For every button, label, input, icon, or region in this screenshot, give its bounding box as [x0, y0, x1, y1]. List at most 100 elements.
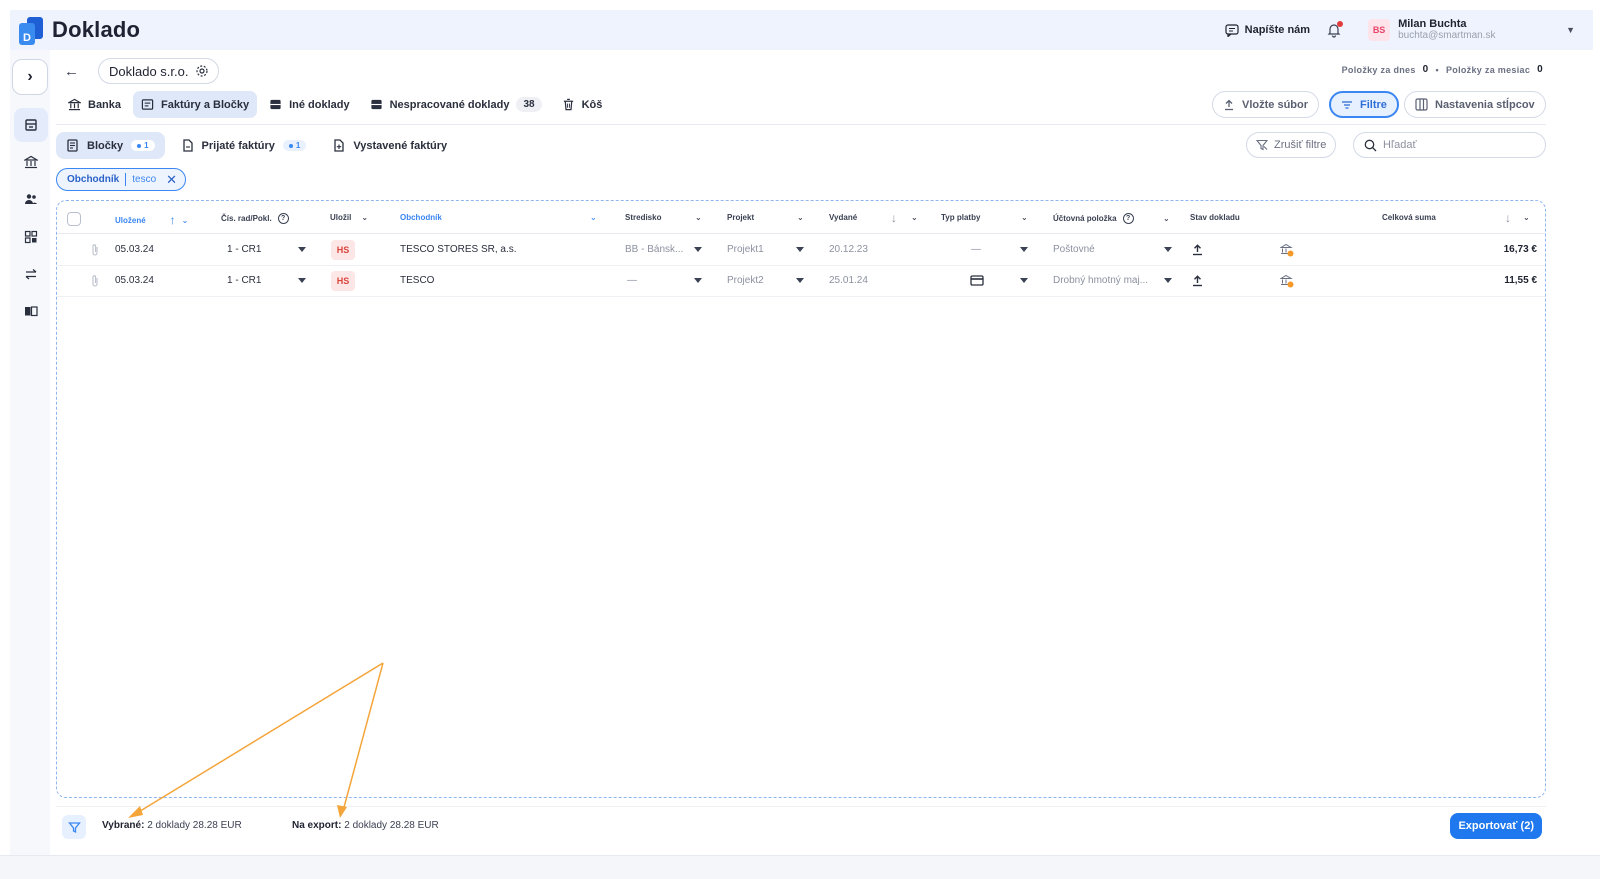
center-dropdown-icon[interactable] — [694, 247, 702, 252]
help-icon[interactable]: ? — [277, 213, 289, 224]
column-header-account-item[interactable]: Účtovná položka? ⌄ — [1053, 213, 1173, 224]
column-header-payment-type[interactable]: Typ platby ⌄ — [941, 213, 1033, 222]
center-dropdown-icon[interactable] — [694, 278, 702, 283]
chevron-down-icon[interactable]: ▼ — [1566, 25, 1575, 35]
company-selector[interactable]: Doklado s.r.o. — [98, 58, 219, 84]
dot-icon — [137, 143, 142, 148]
help-icon[interactable]: ? — [1122, 213, 1134, 224]
tab-nespracovane[interactable]: Nespracované doklady 38 — [362, 91, 550, 118]
export-label: Na export: — [292, 820, 342, 831]
cell-issued: 25.01.24 — [829, 275, 868, 286]
account-dropdown-icon[interactable] — [1164, 278, 1172, 283]
subtab-blocky[interactable]: Bločky 1 — [56, 132, 165, 159]
series-dropdown-icon[interactable] — [298, 278, 306, 283]
cell-project[interactable]: Projekt1 — [727, 244, 764, 255]
chevron-down-icon[interactable]: ⌄ — [797, 213, 804, 222]
column-header-total[interactable]: Celková suma ↓ ⌄ — [1382, 211, 1532, 225]
app-title[interactable]: Doklado — [52, 17, 140, 43]
credit-card-icon[interactable] — [970, 275, 984, 286]
bottom-strip — [0, 855, 1600, 879]
clear-filters-button[interactable]: Zrušiť filtre — [1246, 132, 1337, 158]
close-icon[interactable]: ✕ — [166, 173, 177, 186]
cell-center[interactable]: — — [627, 275, 637, 286]
chevron-down-icon[interactable]: ⌄ — [182, 216, 189, 225]
chevron-down-icon[interactable]: ⌄ — [911, 213, 918, 222]
attachment-icon[interactable] — [91, 274, 99, 288]
saved-by-badge: HS — [331, 271, 355, 291]
payment-dropdown-icon[interactable] — [1020, 278, 1028, 283]
filters-button[interactable]: Filtre — [1329, 91, 1399, 118]
rail-bank-button[interactable] — [22, 153, 40, 171]
cell-payment-type[interactable]: — — [971, 244, 981, 255]
column-header-project[interactable]: Projekt ⌄ — [727, 213, 807, 222]
filter-count-badge: 1 — [282, 140, 307, 151]
payment-dropdown-icon[interactable] — [1020, 247, 1028, 252]
search-box[interactable] — [1353, 132, 1546, 158]
series-dropdown-icon[interactable] — [298, 247, 306, 252]
chevron-down-icon[interactable]: ⌄ — [1021, 213, 1028, 222]
back-arrow-icon[interactable]: ← — [64, 63, 79, 80]
tab-banka[interactable]: Banka — [60, 91, 129, 118]
table-row[interactable]: 05.03.24 1 - CR1 HS TESCO STORES SR, a.s… — [57, 235, 1545, 266]
tab-faktury-blocky[interactable]: Faktúry a Bločky — [133, 91, 258, 118]
subtab-prijate-faktury[interactable]: Prijaté faktúry 1 — [171, 132, 317, 159]
column-label: Čís. rad/Pokl. — [221, 214, 272, 223]
upload-file-button[interactable]: Vložte súbor — [1212, 91, 1320, 118]
sort-desc-icon[interactable]: ↓ — [891, 211, 897, 225]
chevron-down-icon[interactable]: ⌄ — [361, 213, 368, 222]
search-input[interactable] — [1383, 139, 1533, 151]
export-value: 2 doklady 28.28 EUR — [344, 820, 439, 831]
column-header-saved[interactable]: Uložené ↑ ⌄ — [115, 213, 188, 227]
subtab-label: Bločky — [87, 139, 124, 152]
rail-grid-button[interactable] — [22, 228, 40, 246]
users-icon — [25, 194, 37, 204]
chevron-down-icon[interactable]: ⌄ — [590, 213, 597, 222]
active-filter-chip[interactable]: Obchodník tesco ✕ — [56, 168, 187, 191]
expand-sidebar-button[interactable]: › — [12, 59, 48, 95]
tab-kos[interactable]: Kôš — [554, 91, 611, 118]
chevron-down-icon[interactable]: ⌄ — [695, 213, 702, 222]
avatar[interactable]: BS — [1368, 19, 1391, 41]
write-us-button[interactable]: Napíšte nám — [1225, 23, 1311, 37]
project-dropdown-icon[interactable] — [796, 247, 804, 252]
select-all-checkbox[interactable] — [67, 212, 81, 226]
rail-contacts-button[interactable] — [22, 190, 40, 208]
chevron-down-icon[interactable]: ⌄ — [1163, 214, 1170, 223]
column-header-issued[interactable]: Vydané ↓ ⌄ — [829, 211, 921, 225]
rail-documents-button[interactable] — [14, 108, 48, 142]
user-menu[interactable]: Milan Buchta buchta@smartman.sk — [1398, 18, 1566, 42]
sort-desc-icon[interactable]: ↓ — [1505, 211, 1511, 225]
items-today-value: 0 — [1422, 64, 1429, 75]
selected-summary: Vybrané: 2 doklady 28.28 EUR — [102, 820, 242, 831]
rail-transfers-button[interactable] — [22, 265, 40, 283]
account-dropdown-icon[interactable] — [1164, 247, 1172, 252]
footer-filter-button[interactable] — [62, 815, 86, 839]
column-header-series[interactable]: Čís. rad/Pokl.? — [221, 213, 289, 224]
bank-pending-icon — [1280, 274, 1294, 288]
notifications-button[interactable] — [1326, 21, 1344, 38]
column-header-saved-by[interactable]: Uložil ⌄ — [330, 213, 368, 222]
column-header-doc-state[interactable]: Stav dokladu — [1190, 213, 1240, 222]
cell-center[interactable]: BB - Bánsk... — [625, 244, 683, 255]
column-header-center[interactable]: Stredisko ⌄ — [625, 213, 705, 222]
cell-account-item[interactable]: Poštovné — [1053, 244, 1095, 255]
filter-icon — [67, 821, 81, 833]
attachment-icon[interactable] — [91, 243, 99, 257]
upload-label: Vložte súbor — [1242, 98, 1309, 111]
column-settings-button[interactable]: Nastavenia stĺpcov — [1404, 91, 1546, 118]
chevron-down-icon[interactable]: ⌄ — [1523, 213, 1530, 222]
column-label: Obchodník — [400, 213, 442, 222]
cell-project[interactable]: Projekt2 — [727, 275, 764, 286]
tab-ine-doklady[interactable]: Iné doklady — [261, 91, 358, 118]
write-us-label: Napíšte nám — [1244, 24, 1311, 36]
subtab-vystavene-faktury[interactable]: Vystavené faktúry — [322, 132, 457, 159]
filter-chip-key: Obchodník — [67, 174, 120, 185]
project-dropdown-icon[interactable] — [796, 278, 804, 283]
cell-total: 16,73 € — [1503, 244, 1537, 255]
table-row[interactable]: 05.03.24 1 - CR1 HS TESCO — Projekt2 25.… — [57, 266, 1545, 297]
sort-asc-icon[interactable]: ↑ — [170, 213, 176, 227]
column-header-merchant[interactable]: Obchodník ⌄ — [400, 213, 600, 222]
rail-book-button[interactable] — [22, 302, 40, 320]
cell-account-item[interactable]: Drobný hmotný maj... — [1053, 275, 1148, 286]
export-button[interactable]: Exportovať (2) — [1450, 813, 1542, 839]
